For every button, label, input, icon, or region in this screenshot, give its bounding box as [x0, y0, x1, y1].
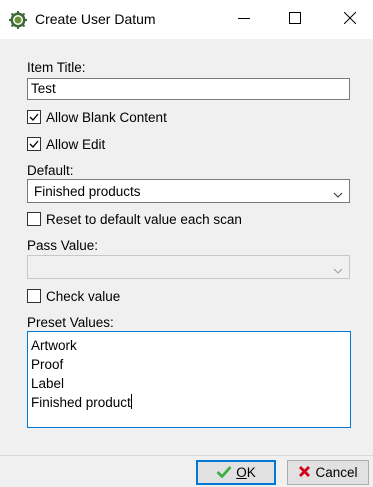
close-icon — [343, 11, 357, 27]
default-select-value: Finished products — [34, 184, 141, 199]
item-title-input[interactable]: Test — [27, 78, 350, 100]
pass-value-select — [27, 255, 350, 279]
allow-blank-checkbox[interactable] — [27, 110, 41, 124]
chevron-down-icon — [333, 263, 343, 278]
preset-value-line: Finished product — [31, 395, 131, 410]
preset-value-line: Artwork — [31, 338, 77, 353]
title-bar: Create User Datum — [0, 0, 373, 39]
preset-value-line: Proof — [31, 357, 64, 372]
preset-values-textarea[interactable]: Artwork Proof Label Finished product — [27, 331, 351, 428]
allow-blank-label: Allow Blank Content — [46, 109, 167, 125]
allow-edit-checkbox[interactable] — [27, 137, 41, 151]
allow-blank-checkbox-row[interactable]: Allow Blank Content — [27, 108, 167, 126]
footer-divider — [0, 455, 373, 456]
pass-value-label: Pass Value: — [27, 238, 99, 253]
ok-button[interactable]: OK — [196, 460, 276, 485]
preset-value-line: Label — [31, 376, 65, 391]
check-value-label: Check value — [46, 288, 121, 304]
reset-default-checkbox-row[interactable]: Reset to default value each scan — [27, 210, 242, 228]
cancel-label: Cancel — [315, 465, 358, 480]
preset-values-label: Preset Values: — [27, 315, 114, 330]
text-caret — [130, 394, 132, 409]
check-icon — [216, 465, 236, 481]
default-select[interactable]: Finished products — [27, 179, 350, 203]
maximize-icon — [289, 12, 301, 27]
maximize-button[interactable] — [272, 0, 318, 39]
allow-edit-checkbox-row[interactable]: Allow Edit — [27, 135, 105, 153]
cancel-button[interactable]: Cancel — [287, 460, 369, 485]
window-title: Create User Datum — [35, 11, 156, 27]
app-gear-icon — [9, 11, 27, 29]
check-value-checkbox-row[interactable]: Check value — [27, 287, 120, 305]
default-label: Default: — [27, 163, 74, 178]
close-button[interactable] — [327, 0, 373, 39]
minimize-icon — [238, 12, 250, 27]
chevron-down-icon — [333, 187, 343, 202]
ok-label: OK — [236, 465, 256, 480]
check-value-checkbox[interactable] — [27, 289, 41, 303]
cancel-x-icon — [298, 465, 315, 481]
reset-default-label: Reset to default value each scan — [46, 211, 242, 227]
reset-default-checkbox[interactable] — [27, 212, 41, 226]
minimize-button[interactable] — [221, 0, 267, 39]
allow-edit-label: Allow Edit — [46, 136, 106, 152]
item-title-label: Item Title: — [27, 60, 86, 75]
